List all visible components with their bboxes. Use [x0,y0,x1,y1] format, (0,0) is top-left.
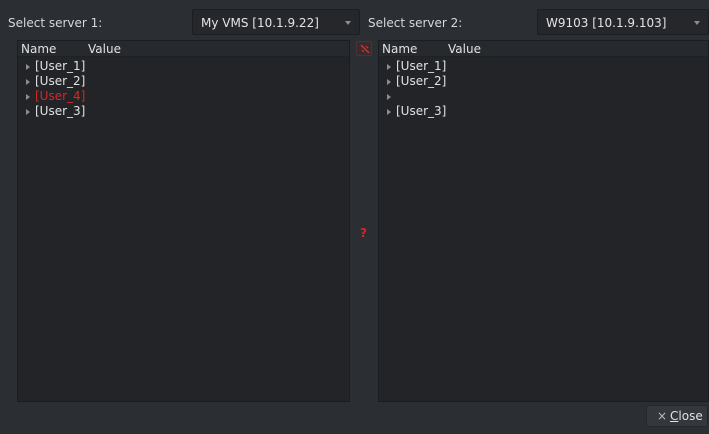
sync-scroll-button[interactable] [356,41,372,56]
server2-select-value: W9103 [10.1.9.103] [546,16,667,30]
column-name[interactable]: Name [21,42,56,56]
tree-row-label: [User_3] [396,104,447,118]
expand-arrow-icon[interactable] [387,94,391,100]
tree-row-label: [User_1] [35,59,86,73]
expand-arrow-icon[interactable] [387,79,391,85]
server1-tree-header: Name Value [18,41,349,57]
close-button[interactable]: × Close [646,405,708,427]
compare-servers-window: Select server 1: My VMS [10.1.9.22] Sele… [0,0,709,434]
tree-row-label: [User_1] [396,59,447,73]
chevron-down-icon [345,21,351,25]
tree-row-label: [User_4] [35,89,86,103]
link-icon [360,44,370,54]
chevron-down-icon [694,21,700,25]
close-icon: × [657,409,668,423]
tree-row[interactable]: [User_2] [18,74,349,89]
tree-row-label: [User_2] [35,74,86,88]
column-value[interactable]: Value [448,42,481,56]
server2-select[interactable]: W9103 [10.1.9.103] [537,9,709,35]
tree-row[interactable]: [User_1] [18,59,349,74]
server2-label: Select server 2: [368,16,463,30]
server1-select-value: My VMS [10.1.9.22] [201,16,319,30]
expand-arrow-icon[interactable] [26,79,30,85]
tree-row[interactable]: [User_1] [379,59,708,74]
server1-tree[interactable]: Name Value [User_1] [User_2] [User_4] [U… [17,40,350,402]
server2-tree-header: Name Value [379,41,708,57]
expand-arrow-icon[interactable] [387,64,391,70]
server2-tree[interactable]: Name Value [User_1] [User_2] [User_3] [378,40,709,402]
close-button-label: Close [670,409,703,423]
server1-select[interactable]: My VMS [10.1.9.22] [192,9,360,35]
tree-row-empty[interactable] [379,89,708,104]
column-value[interactable]: Value [88,42,121,56]
column-name[interactable]: Name [382,42,417,56]
tree-row-diff[interactable]: [User_4] [18,89,349,104]
expand-arrow-icon[interactable] [26,64,30,70]
tree-row[interactable]: [User_3] [379,104,708,119]
tree-row-label: [User_2] [396,74,447,88]
server1-label: Select server 1: [8,16,103,30]
tree-row-label: [User_3] [35,104,86,118]
tree-row[interactable]: [User_2] [379,74,708,89]
expand-arrow-icon[interactable] [26,109,30,115]
expand-arrow-icon[interactable] [387,109,391,115]
expand-arrow-icon[interactable] [26,94,30,100]
tree-row[interactable]: [User_3] [18,104,349,119]
difference-marker: ? [360,226,367,240]
